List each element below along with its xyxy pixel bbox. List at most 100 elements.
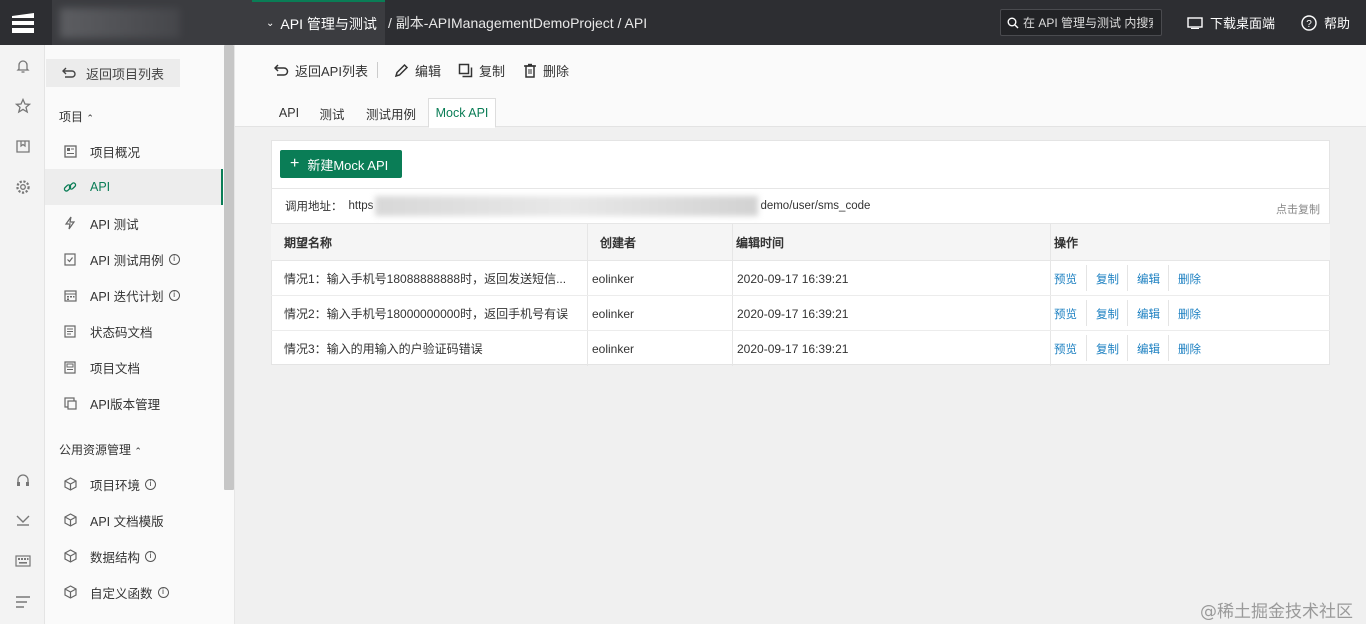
copy-link[interactable]: 复制	[1096, 331, 1119, 366]
new-mock-api-button[interactable]: + 新建Mock API	[280, 150, 402, 178]
col-expectation-name: 期望名称	[284, 236, 333, 250]
sidebar-item-api-versions[interactable]: API版本管理	[45, 385, 223, 421]
sidebar-item-api-test[interactable]: API 测试	[45, 205, 223, 241]
keyboard-icon[interactable]	[13, 551, 33, 571]
trash-icon	[523, 63, 537, 78]
module-label: API 管理与测试	[280, 15, 377, 32]
edit-link[interactable]: 编辑	[1137, 296, 1160, 331]
watermark: @稀土掘金技术社区	[1200, 602, 1353, 622]
table-row[interactable]: 情况1：输入手机号18088888888时，返回发送短信... eolinker…	[271, 261, 1330, 296]
clipboard-check-icon	[63, 252, 77, 266]
cube-icon	[63, 585, 77, 599]
return-arrow-icon	[62, 67, 76, 79]
chevron-down-icon: ⌄	[266, 18, 275, 29]
copy-api-button[interactable]: 复制	[458, 61, 505, 79]
download-icon[interactable]	[13, 510, 33, 530]
search-input[interactable]	[1023, 15, 1153, 30]
dashboard-icon	[63, 144, 77, 158]
delete-link[interactable]: 删除	[1178, 331, 1201, 366]
info-icon[interactable]: i	[157, 586, 169, 598]
tab-mock-api[interactable]: Mock API	[428, 98, 496, 128]
logo-icon[interactable]	[0, 0, 45, 45]
public-resources-section-toggle[interactable]: 公用资源管理 ⌃	[59, 441, 142, 458]
sidebar-item-api-iteration[interactable]: API 迭代计划 i	[45, 277, 223, 313]
bell-icon[interactable]	[13, 56, 33, 76]
url-prefix: https	[348, 200, 374, 212]
book-icon[interactable]	[13, 136, 33, 156]
sidebar-item-custom-functions[interactable]: 自定义函数 i	[45, 574, 223, 610]
star-icon[interactable]	[13, 96, 33, 116]
sidebar-item-environments[interactable]: 项目环境 i	[45, 466, 223, 502]
row-time: 2020-09-17 16:39:21	[737, 271, 849, 286]
table-header: 期望名称 创建者 编辑时间 操作	[271, 224, 1330, 261]
preview-link[interactable]: 预览	[1054, 296, 1077, 331]
row-name: 情况3：输入的用输入的户验证码错误	[284, 342, 483, 356]
sidebar-item-api[interactable]: API	[45, 169, 223, 205]
edit-link[interactable]: 编辑	[1137, 261, 1160, 296]
tab-api[interactable]: API	[271, 98, 307, 128]
cube-icon	[63, 513, 77, 527]
copy-url-link[interactable]: 点击复制	[1276, 201, 1320, 217]
toolbar-divider	[377, 62, 378, 78]
table-row[interactable]: 情况3：输入的用输入的户验证码错误 eolinker 2020-09-17 16…	[271, 331, 1330, 366]
preview-link[interactable]: 预览	[1054, 261, 1077, 296]
file-text-icon	[63, 324, 77, 338]
row-time: 2020-09-17 16:39:21	[737, 306, 849, 321]
preview-link[interactable]: 预览	[1054, 331, 1077, 366]
row-time: 2020-09-17 16:39:21	[737, 341, 849, 356]
table-row[interactable]: 情况2：输入手机号18000000000时，返回手机号有误 eolinker 2…	[271, 296, 1330, 331]
info-icon[interactable]: i	[168, 253, 180, 265]
copy-icon	[458, 63, 473, 78]
svg-text:?: ?	[1306, 19, 1312, 30]
edit-api-button[interactable]: 编辑	[394, 61, 441, 79]
sidebar-item-status-codes[interactable]: 状态码文档	[45, 313, 223, 349]
delete-api-button[interactable]: 删除	[523, 61, 569, 79]
menu-icon[interactable]	[13, 592, 33, 612]
info-icon[interactable]: i	[145, 550, 157, 562]
breadcrumb: / 副本-APIManagementDemoProject / API	[388, 14, 648, 31]
project-section-toggle[interactable]: 项目 ⌃	[59, 108, 94, 125]
copy-link[interactable]: 复制	[1096, 296, 1119, 331]
icon-rail	[0, 45, 45, 624]
blurred-url-host	[375, 196, 759, 216]
sidebar-item-overview[interactable]: 项目概况	[45, 133, 223, 169]
cube-icon	[63, 549, 77, 563]
calendar-icon	[63, 288, 77, 302]
delete-link[interactable]: 删除	[1178, 261, 1201, 296]
back-to-project-list-button[interactable]: 返回项目列表	[46, 59, 180, 87]
tab-test-cases[interactable]: 测试用例	[358, 98, 424, 128]
blurred-workspace-name	[60, 8, 180, 38]
delete-link[interactable]: 删除	[1178, 296, 1201, 331]
plus-icon: +	[290, 155, 300, 172]
sidebar-item-project-docs[interactable]: 项目文档	[45, 349, 223, 385]
tab-test[interactable]: 测试	[313, 98, 351, 128]
download-label: 下载桌面端	[1210, 16, 1276, 31]
copy-link[interactable]: 复制	[1096, 261, 1119, 296]
help-button[interactable]: ? 帮助	[1301, 0, 1350, 45]
edit-link[interactable]: 编辑	[1137, 331, 1160, 366]
monitor-icon	[1187, 16, 1203, 29]
row-name: 情况1：输入手机号18088888888时，返回发送短信...	[284, 272, 567, 286]
headset-icon[interactable]	[13, 470, 33, 490]
download-desktop-button[interactable]: 下载桌面端	[1187, 0, 1275, 45]
col-actions: 操作	[1054, 236, 1079, 250]
sidebar-item-api-test-cases[interactable]: API 测试用例 i	[45, 241, 223, 277]
help-label: 帮助	[1324, 16, 1351, 31]
sidebar-scrollbar[interactable]	[224, 45, 234, 490]
workspace-switcher[interactable]	[52, 0, 252, 45]
back-to-api-list-button[interactable]: 返回API列表	[274, 61, 368, 79]
info-icon[interactable]: i	[168, 289, 180, 301]
col-creator: 创建者	[600, 236, 637, 250]
module-switcher-button[interactable]: ⌄ API 管理与测试	[252, 0, 385, 45]
info-icon[interactable]: i	[145, 478, 157, 490]
sidebar-item-data-structures[interactable]: 数据结构 i	[45, 538, 223, 574]
link-icon	[63, 180, 77, 194]
global-search[interactable]	[1000, 9, 1162, 36]
gear-icon[interactable]	[13, 177, 33, 197]
document-icon	[63, 360, 77, 374]
top-bar: ⌄ API 管理与测试 / 副本-APIManagementDemoProjec…	[0, 0, 1366, 45]
sidebar-item-doc-templates[interactable]: API 文档模版	[45, 502, 223, 538]
search-icon	[1007, 17, 1019, 28]
url-path: demo/user/sms_code	[760, 200, 871, 212]
url-label: 调用地址：	[285, 201, 343, 213]
